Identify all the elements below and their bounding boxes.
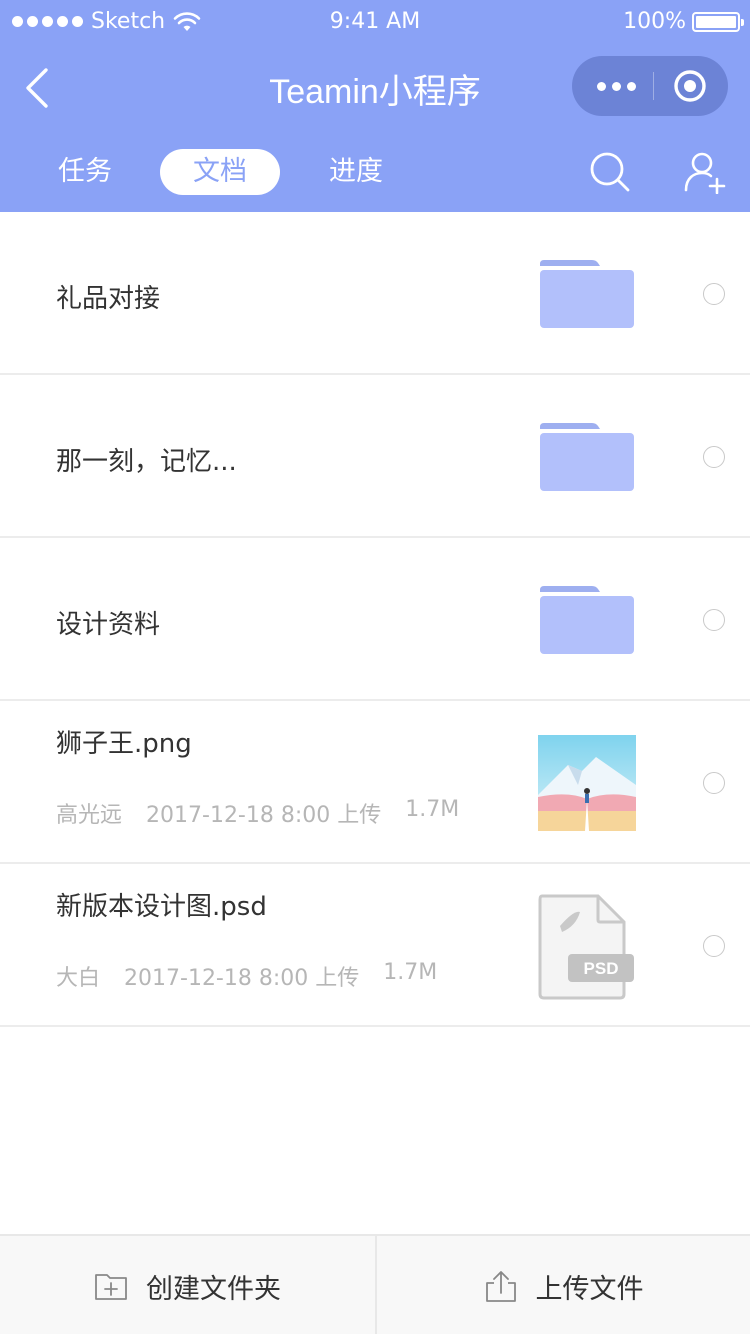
item-title: 新版本设计图.psd — [56, 892, 267, 922]
item-title: 设计资料 — [56, 610, 161, 640]
list-item[interactable]: 狮子王.png 高光远 2017-12-18 8:00 上传 1.7M — [0, 701, 750, 864]
close-miniprogram-icon[interactable] — [673, 69, 707, 103]
list-item[interactable]: 设计资料 — [0, 538, 750, 701]
image-thumbnail — [538, 735, 636, 831]
upload-time: 2017-12-18 8:00 上传 — [146, 803, 382, 828]
upload-time: 2017-12-18 8:00 上传 — [124, 966, 360, 991]
capsule-divider — [653, 72, 654, 100]
tab-progress[interactable]: 进度 — [320, 149, 392, 195]
upload-file-button[interactable]: 上传文件 — [375, 1236, 750, 1334]
tab-bar: 任务 文档 进度 — [0, 132, 750, 212]
header: Sketch 9:41 AM 100% Teamin小程序 任务 文档 进度 — [0, 0, 750, 212]
status-bar: Sketch 9:41 AM 100% — [0, 0, 750, 44]
file-size: 1.7M — [383, 960, 438, 985]
status-right: 100% — [623, 9, 744, 34]
create-folder-label: 创建文件夹 — [146, 1273, 281, 1305]
list-item[interactable]: 新版本设计图.psd 大白 2017-12-18 8:00 上传 1.7M PS… — [0, 864, 750, 1027]
item-title: 礼品对接 — [56, 284, 161, 314]
upload-file-label: 上传文件 — [535, 1273, 644, 1305]
item-meta: 高光远 2017-12-18 8:00 上传 1.7M — [56, 797, 459, 829]
folder-icon — [540, 423, 634, 491]
nav-bar: Teamin小程序 — [0, 44, 750, 132]
create-folder-button[interactable]: 创建文件夹 — [0, 1236, 375, 1334]
item-meta: 大白 2017-12-18 8:00 上传 1.7M — [56, 960, 437, 992]
psd-file-icon: PSD — [538, 894, 634, 1000]
select-radio[interactable] — [703, 609, 725, 631]
psd-badge: PSD — [584, 959, 619, 978]
battery-percent: 100% — [623, 9, 686, 34]
select-radio[interactable] — [703, 772, 725, 794]
uploader-name: 大白 — [56, 966, 101, 991]
add-member-icon[interactable] — [684, 150, 728, 194]
miniprogram-capsule — [572, 56, 728, 116]
upload-icon — [485, 1271, 516, 1302]
folder-icon — [540, 260, 634, 328]
tab-docs[interactable]: 文档 — [160, 149, 280, 195]
file-size: 1.7M — [405, 797, 460, 822]
item-title: 狮子王.png — [56, 729, 192, 759]
folder-icon — [540, 586, 634, 654]
list-item[interactable]: 礼品对接 — [0, 212, 750, 375]
battery-icon — [692, 11, 744, 32]
tab-task[interactable]: 任务 — [50, 149, 120, 195]
select-radio[interactable] — [703, 935, 725, 957]
item-title: 那一刻，记忆... — [56, 447, 237, 477]
select-radio[interactable] — [703, 283, 725, 305]
search-icon[interactable] — [588, 150, 632, 194]
select-radio[interactable] — [703, 446, 725, 468]
new-folder-icon — [95, 1274, 127, 1300]
uploader-name: 高光远 — [56, 803, 123, 828]
bottom-action-bar: 创建文件夹 上传文件 — [0, 1234, 750, 1334]
file-list: 礼品对接 那一刻，记忆... 设计资料 狮子王.png 高光远 2017-12-… — [0, 212, 750, 1027]
more-icon[interactable] — [594, 72, 638, 100]
list-item[interactable]: 那一刻，记忆... — [0, 375, 750, 538]
